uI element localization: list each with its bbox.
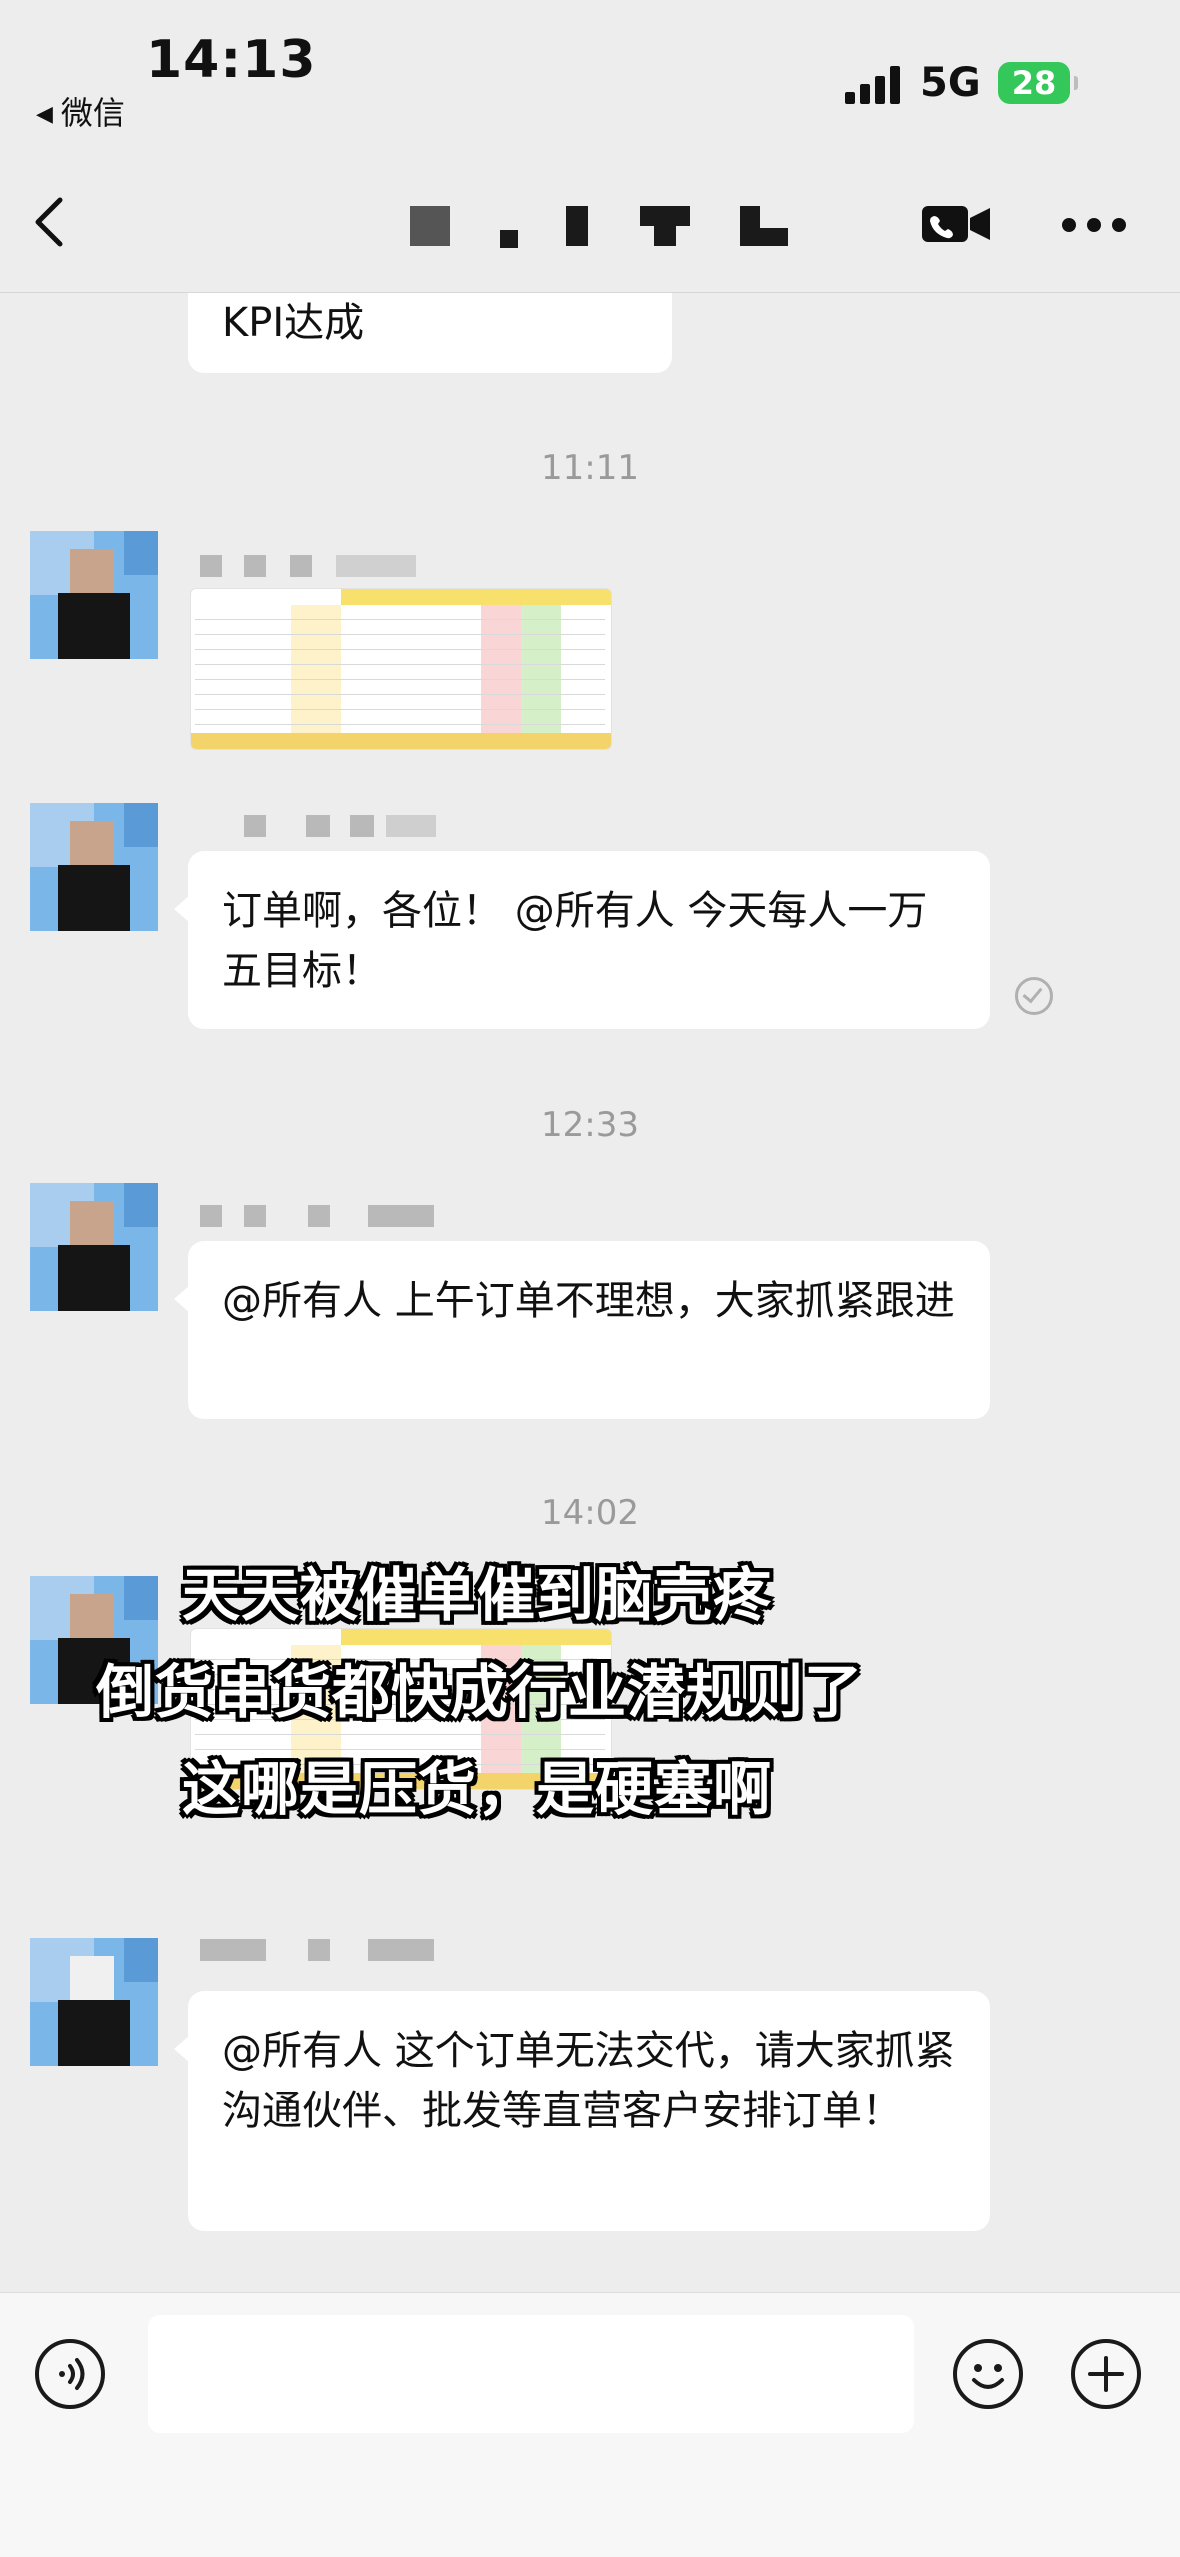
avatar[interactable] [30, 1938, 158, 2066]
image-message-table[interactable] [190, 588, 612, 750]
sender-name-obscured [200, 815, 440, 837]
battery-indicator: 28 [998, 62, 1078, 104]
timestamp: 12:33 [541, 1105, 639, 1145]
avatar[interactable] [30, 531, 158, 659]
avatar[interactable] [30, 803, 158, 931]
caption-line: 倒货串货都快成行业潜规则了 [96, 1658, 864, 1726]
chat-messages[interactable]: KPI达成 11:11 订单啊，各位！ @所有人 今天每人一万五目标！ 12:3… [0, 293, 1180, 2293]
emoji-icon[interactable] [952, 2338, 1024, 2410]
back-triangle-icon: ◀ [36, 102, 53, 127]
message-bubble[interactable]: @所有人 上午订单不理想，大家抓紧跟进 [174, 1241, 990, 1419]
timestamp: 11:11 [541, 448, 639, 488]
caption-line: 这哪是压货，是硬塞啊 [182, 1755, 773, 1823]
back-to-app[interactable]: ◀ 微信 [36, 88, 125, 134]
message-bubble-kpi[interactable]: KPI达成 [188, 293, 672, 373]
chat-title-obscured [410, 202, 790, 248]
input-bar [0, 2292, 1180, 2557]
sender-name-obscured [200, 1205, 440, 1227]
message-bubble[interactable]: @所有人 这个订单无法交代，请大家抓紧沟通伙伴、批发等直营客户安排订单！ [174, 1991, 990, 2231]
message-input[interactable] [148, 2315, 914, 2433]
voice-icon[interactable] [34, 2338, 106, 2410]
message-bubble[interactable]: 订单啊，各位！ @所有人 今天每人一万五目标！ [174, 851, 990, 1029]
back-app-label: 微信 [60, 94, 125, 132]
plus-icon[interactable] [1070, 2338, 1142, 2410]
status-time: 14:13 [146, 30, 317, 90]
caption-line: 天天被催单催到脑壳疼 [182, 1561, 773, 1629]
message-text: @所有人 这个订单无法交代，请大家抓紧沟通伙伴、批发等直营客户安排订单！ [222, 2028, 955, 2134]
chevron-left-icon[interactable] [26, 192, 76, 252]
message-text: 订单啊，各位！ @所有人 今天每人一万五目标！ [222, 888, 928, 994]
avatar[interactable] [30, 1183, 158, 1311]
sender-name-obscured [200, 555, 440, 577]
status-bar: 14:13 ◀ 微信 5G 28 [0, 0, 1180, 150]
sender-name-obscured [200, 1939, 440, 1961]
read-check-icon [1015, 977, 1053, 1015]
signal-icon [845, 66, 901, 104]
video-camera-icon[interactable] [920, 202, 992, 246]
message-text: @所有人 上午订单不理想，大家抓紧跟进 [222, 1278, 955, 1324]
more-dots-icon[interactable] [1062, 218, 1126, 234]
battery-level: 28 [1011, 64, 1057, 102]
message-text: KPI达成 [222, 300, 365, 346]
timestamp: 14:02 [541, 1493, 639, 1533]
network-type: 5G [920, 60, 981, 106]
chat-header [0, 150, 1180, 293]
